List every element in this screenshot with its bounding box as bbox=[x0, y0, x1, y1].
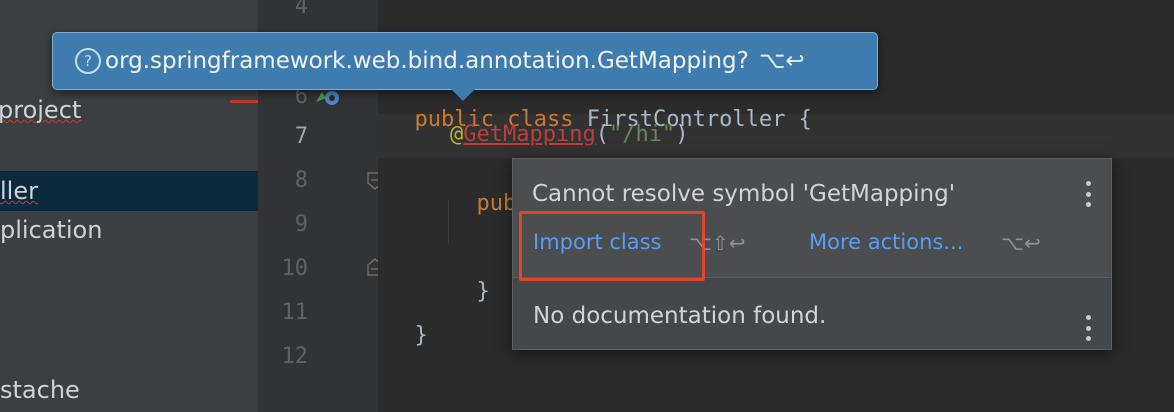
more-vertical-icon[interactable] bbox=[1085, 181, 1091, 207]
hint-shortcut: ⌥↩ bbox=[758, 48, 805, 74]
more-actions-shortcut: ⌥↩ bbox=[1001, 231, 1041, 255]
code-paren: ( bbox=[595, 122, 609, 147]
hint-text: org.springframework.web.bind.annotation.… bbox=[105, 48, 749, 74]
line-number: 12 bbox=[281, 344, 309, 369]
hint-pointer bbox=[450, 88, 476, 101]
highlight-annotation-box bbox=[519, 211, 705, 281]
code-at-sign: @ bbox=[450, 122, 464, 147]
tree-item-mustache[interactable]: stache bbox=[0, 376, 80, 404]
documentation-text: No documentation found. bbox=[533, 303, 827, 329]
line-number: 9 bbox=[294, 212, 308, 237]
tree-item-controller[interactable]: ller bbox=[0, 171, 258, 211]
code-string: "/hi" bbox=[608, 122, 676, 147]
tree-item-label: ller bbox=[0, 177, 38, 205]
line-number: 4 bbox=[294, 0, 308, 19]
line-number: 7 bbox=[294, 124, 308, 149]
code-line-7[interactable]: @GetMapping("/hi") bbox=[450, 122, 688, 147]
tree-item-label: plication bbox=[0, 216, 103, 244]
line-number: 10 bbox=[281, 256, 309, 281]
question-icon: ? bbox=[75, 48, 101, 74]
unresolved-annotation[interactable]: GetMapping bbox=[463, 122, 595, 147]
tree-item-application[interactable]: plication bbox=[0, 216, 102, 244]
more-actions-link[interactable]: More actions... bbox=[809, 230, 963, 254]
code-brace: } bbox=[414, 323, 428, 348]
indent-guide bbox=[448, 200, 449, 244]
line-number: 8 bbox=[294, 168, 308, 193]
tree-item-project[interactable]: project bbox=[0, 96, 81, 124]
code-line-10[interactable]: } bbox=[450, 254, 490, 304]
code-line-11[interactable]: } bbox=[388, 298, 428, 348]
more-vertical-icon[interactable] bbox=[1085, 315, 1091, 341]
line-number: 11 bbox=[281, 300, 309, 325]
tree-item-label: stache bbox=[0, 376, 80, 404]
error-message: Cannot resolve symbol 'GetMapping' bbox=[532, 181, 956, 207]
tree-item-label: project bbox=[0, 96, 82, 124]
code-paren: ) bbox=[675, 122, 689, 147]
error-popup: Cannot resolve symbol 'GetMapping' Impor… bbox=[512, 158, 1112, 350]
error-marker bbox=[230, 100, 258, 103]
code-brace: } bbox=[476, 279, 490, 304]
auto-import-hint[interactable]: ? org.springframework.web.bind.annotatio… bbox=[52, 32, 878, 90]
